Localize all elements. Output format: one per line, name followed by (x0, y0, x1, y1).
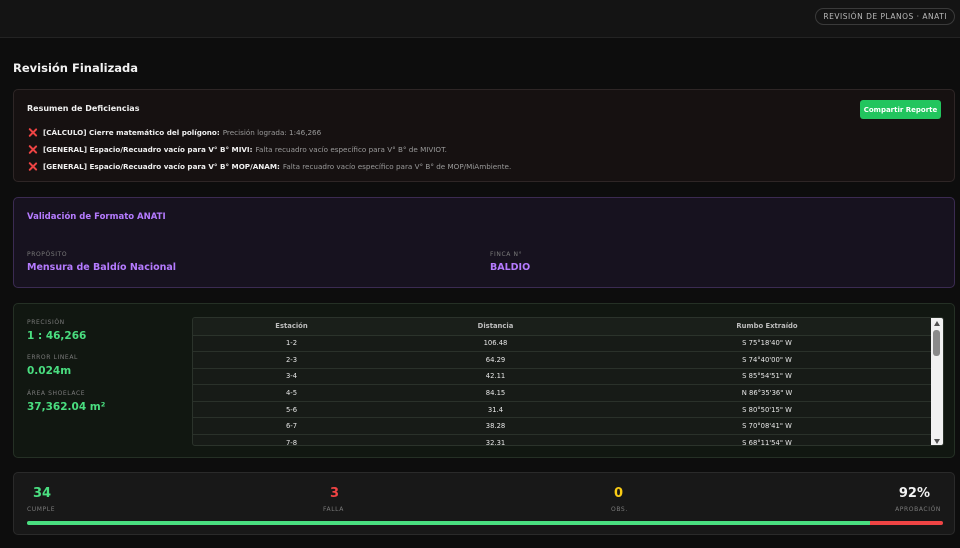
deficiency-summary-card: Resumen de Deficiencias Compartir Report… (13, 89, 955, 182)
approval-summary-card: 34 Cumple 3 Falla 0 Obs. 92% Aprobación (13, 472, 955, 535)
calculation-stats-card: Precisión 1 : 46,266 Error Lineal 0.024m… (13, 303, 955, 458)
falla-label: Falla (323, 506, 344, 513)
deficiency-label: [GENERAL] Espacio/Recuadro vacío para V°… (43, 162, 280, 171)
table-row: 2-3 64.29 S 74°40'00" W (193, 351, 933, 369)
deficiency-item: [GENERAL] Espacio/Recuadro vacío para V°… (28, 162, 511, 171)
col-header-rumbo: Rumbo Extraído (601, 318, 933, 336)
area-value: 37,362.04 m² (27, 401, 106, 413)
survey-table[interactable]: Estación Distancia Rumbo Extraído 1-2 10… (192, 317, 944, 446)
deficiency-summary-title: Resumen de Deficiencias (27, 104, 140, 113)
share-report-button[interactable]: Compartir Reporte (860, 100, 941, 119)
scroll-up-arrow-icon[interactable] (934, 321, 940, 326)
progress-ok-segment (27, 521, 870, 525)
deficiency-desc: Falta recuadro vacío específico para V° … (255, 145, 447, 154)
page-title: Revisión Finalizada (13, 61, 139, 75)
cell-distancia: 64.29 (390, 351, 601, 369)
deficiency-label: [GENERAL] Espacio/Recuadro vacío para V°… (43, 145, 253, 154)
approval-label: Aprobación (895, 506, 941, 513)
cell-distancia: 31.4 (390, 401, 601, 419)
cell-estacion: 4-5 (193, 384, 390, 402)
cell-rumbo: S 80°50'15" W (601, 401, 933, 419)
top-bar: Revisión de Planos · ANATI (0, 0, 960, 38)
table-row: 6-7 38.28 S 70°08'41" W (193, 417, 933, 436)
cell-rumbo: S 85°54'51" W (601, 368, 933, 386)
cell-rumbo: S 74°40'00" W (601, 351, 933, 369)
proposito-label: Propósito (27, 251, 68, 258)
area-label: Área Shoelace (27, 390, 86, 397)
deficiency-desc: Precisión lograda: 1:46,266 (222, 128, 322, 137)
error-value: 0.024m (27, 365, 72, 377)
approval-progress-bar (27, 521, 943, 525)
cell-distancia: 106.48 (390, 335, 601, 353)
cell-rumbo: S 75°18'40" W (601, 335, 933, 353)
cumple-count: 34 (33, 486, 52, 501)
finca-label: Finca N° (490, 251, 523, 258)
deficiency-desc: Falta recuadro vacío específico para V° … (282, 162, 512, 171)
cell-rumbo: N 86°35'36" W (601, 384, 933, 402)
cell-distancia: 32.31 (390, 434, 601, 445)
scroll-down-arrow-icon[interactable] (934, 439, 940, 444)
fail-x-icon (28, 128, 37, 137)
finca-value: BALDIO (490, 262, 531, 273)
scroll-thumb[interactable] (933, 330, 940, 356)
cell-estacion: 2-3 (193, 351, 390, 369)
table-row: 1-2 106.48 S 75°18'40" W (193, 335, 933, 353)
progress-fail-segment (869, 521, 943, 525)
error-label: Error Lineal (27, 354, 78, 361)
precision-value: 1 : 46,266 (27, 330, 87, 342)
deficiency-item: [GENERAL] Espacio/Recuadro vacío para V°… (28, 145, 447, 154)
app-badge: Revisión de Planos · ANATI (815, 8, 955, 25)
format-validation-title: Validación de Formato ANATI (27, 212, 166, 222)
cell-rumbo: S 70°08'41" W (601, 417, 933, 436)
table-row: 5-6 31.4 S 80°50'15" W (193, 401, 933, 419)
cell-distancia: 84.15 (390, 384, 601, 402)
falla-count: 3 (330, 486, 340, 501)
cell-estacion: 7-8 (193, 434, 390, 445)
table-scrollbar[interactable] (931, 318, 943, 445)
cell-distancia: 38.28 (390, 417, 601, 436)
cumple-label: Cumple (27, 506, 56, 513)
cell-estacion: 3-4 (193, 368, 390, 386)
obs-count: 0 (614, 486, 624, 501)
approval-percent: 92% (898, 486, 930, 501)
deficiency-label: [CÁLCULO] Cierre matemático del polígono… (43, 128, 220, 137)
cell-rumbo: S 68°11'54" W (601, 434, 933, 445)
cell-estacion: 6-7 (193, 417, 390, 436)
deficiency-item: [CÁLCULO] Cierre matemático del polígono… (28, 128, 321, 137)
col-header-estacion: Estación (193, 318, 390, 336)
survey-table-grid: Estación Distancia Rumbo Extraído 1-2 10… (193, 318, 933, 445)
col-header-distancia: Distancia (390, 318, 601, 336)
obs-label: Obs. (611, 506, 628, 513)
cell-distancia: 42.11 (390, 368, 601, 386)
precision-label: Precisión (27, 319, 65, 326)
table-row: 3-4 42.11 S 85°54'51" W (193, 368, 933, 386)
format-validation-card: Validación de Formato ANATI Propósito Me… (13, 197, 955, 288)
cell-estacion: 5-6 (193, 401, 390, 419)
fail-x-icon (28, 145, 37, 154)
proposito-value: Mensura de Baldío Nacional (27, 262, 177, 273)
fail-x-icon (28, 162, 37, 171)
table-header-row: Estación Distancia Rumbo Extraído (193, 318, 933, 336)
table-row: 7-8 32.31 S 68°11'54" W (193, 434, 933, 445)
table-row: 4-5 84.15 N 86°35'36" W (193, 384, 933, 402)
cell-estacion: 1-2 (193, 335, 390, 353)
